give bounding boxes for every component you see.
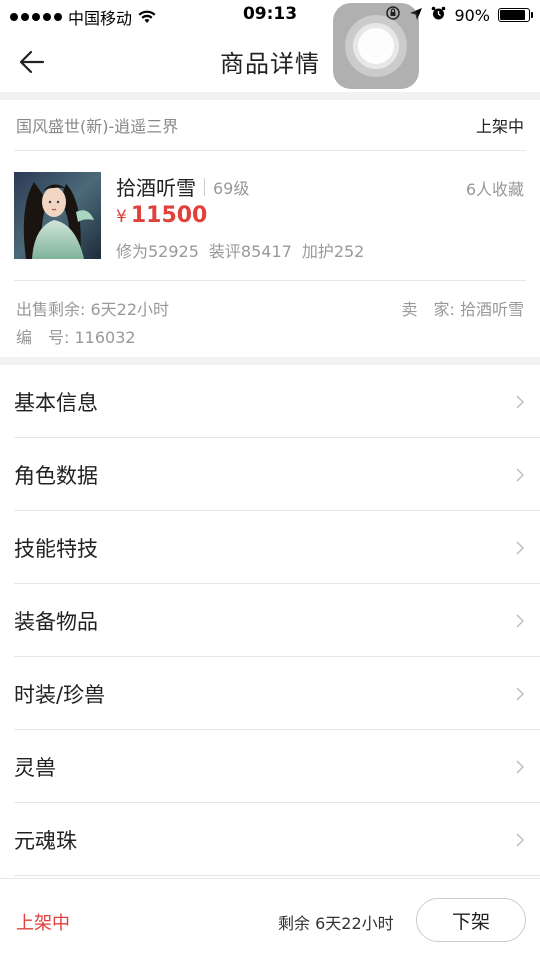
character-name: 拾酒听雪 [116,176,196,200]
chevron-right-icon [516,541,524,554]
sale-remaining: 出售剩余: 6天22小时 [16,300,170,319]
menu-item-fashion-pets[interactable]: 时装/珍兽 [0,657,540,730]
favorites-count: 6人收藏 [465,180,524,199]
bottom-action-bar: 上架中 剩余 6天22小时 下架 [0,878,540,960]
menu-item-basic-info[interactable]: 基本信息 [0,365,540,438]
item-name-row: 拾酒听雪 69级 [116,172,249,201]
stat-equipment-score: 装评85417 [208,242,292,261]
detail-menu: 基本信息 角色数据 技能特技 装备物品 时装/珍兽 灵兽 元魂珠 [0,365,540,876]
divider [14,150,526,151]
menu-item-spirit-beast[interactable]: 灵兽 [0,730,540,803]
page-title: 商品详情 [220,49,320,78]
assistive-touch-button[interactable] [333,3,419,89]
character-stats: 修为52925 装评85417 加护252 [116,238,364,262]
character-level: 69级 [213,178,250,198]
menu-item-equipment[interactable]: 装备物品 [0,584,540,657]
menu-item-label: 元魂珠 [14,828,77,853]
character-avatar[interactable] [14,172,101,259]
level-separator [204,177,205,196]
menu-item-label: 技能特技 [14,536,98,561]
price: ¥11500 [116,203,207,228]
chevron-right-icon [516,468,524,481]
seller-name: 卖 家: 拾酒听雪 [401,300,524,319]
server-row: 国风盛世(新)-逍遥三界 上架中 [0,100,540,150]
chevron-right-icon [516,833,524,846]
status-bar: 中国移动 09:13 90% [0,0,540,30]
divider [14,280,526,281]
chevron-right-icon [516,687,524,700]
menu-item-label: 装备物品 [14,609,98,634]
bottom-listing-status: 上架中 [16,913,70,934]
menu-item-skills[interactable]: 技能特技 [0,511,540,584]
price-value: 11500 [130,203,208,228]
nav-bar: 商品详情 [0,30,540,92]
battery-icon [498,8,533,22]
menu-item-label: 灵兽 [14,755,56,780]
bottom-remaining-time: 剩余 6天22小时 [278,914,394,933]
currency-symbol: ¥ [116,207,127,227]
arrow-left-icon [19,50,45,74]
section-gap [0,92,540,100]
battery-percent: 90% [454,5,490,25]
stat-cultivation: 修为52925 [116,242,199,261]
chevron-right-icon [516,760,524,773]
section-gap [0,357,540,365]
alarm-icon [431,6,446,25]
serial-number: 编 号: 116032 [16,328,136,347]
chevron-right-icon [516,395,524,408]
back-button[interactable] [14,44,50,80]
menu-item-soul-pearl[interactable]: 元魂珠 [0,803,540,876]
delist-button[interactable]: 下架 [416,898,526,942]
menu-item-character-data[interactable]: 角色数据 [0,438,540,511]
menu-item-label: 基本信息 [14,390,98,415]
listing-status: 上架中 [475,117,524,136]
menu-item-label: 角色数据 [14,463,98,488]
server-name: 国风盛世(新)-逍遥三界 [16,117,179,136]
stat-protection: 加护252 [301,242,365,261]
chevron-right-icon [516,614,524,627]
menu-item-label: 时装/珍兽 [14,682,106,707]
